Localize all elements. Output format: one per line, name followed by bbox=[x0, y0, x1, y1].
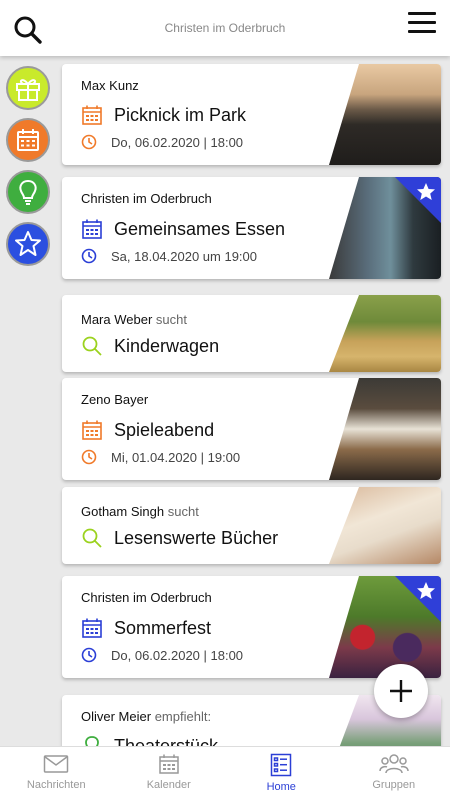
feed-card-sommerfest[interactable]: Christen im Oderbruch Sommerfest Do, 06.… bbox=[62, 576, 441, 678]
card-image-park bbox=[329, 64, 441, 165]
card-date: Do, 06.02.2020 | 18:00 bbox=[81, 647, 243, 663]
card-image-stroller bbox=[329, 295, 441, 372]
clock-icon bbox=[81, 134, 97, 150]
card-author: Christen im Oderbruch bbox=[81, 590, 212, 605]
lightbulb-icon bbox=[19, 179, 37, 205]
card-author: Oliver Meier empfiehlt: bbox=[81, 709, 212, 724]
search-icon bbox=[81, 335, 103, 357]
filter-gift-button[interactable] bbox=[6, 66, 50, 110]
feed-card-buecher[interactable]: Gotham Singh sucht Lesenswerte Bücher bbox=[62, 487, 441, 564]
hamburger-icon bbox=[408, 12, 436, 33]
card-date: Sa, 18.04.2020 um 19:00 bbox=[81, 248, 257, 264]
favorite-badge bbox=[395, 177, 441, 223]
clock-icon bbox=[81, 647, 97, 663]
card-author: Zeno Bayer bbox=[81, 392, 149, 407]
card-author: Christen im Oderbruch bbox=[81, 191, 212, 206]
tab-kalender[interactable]: Kalender bbox=[113, 747, 226, 800]
card-title: Gemeinsames Essen bbox=[81, 218, 285, 240]
filter-calendar-button[interactable] bbox=[6, 118, 50, 162]
bottom-navigation: Nachrichten Kalender Home Gruppen bbox=[0, 746, 450, 800]
star-icon bbox=[417, 582, 435, 599]
calendar-icon bbox=[81, 419, 103, 441]
tab-label: Nachrichten bbox=[26, 779, 86, 791]
add-button[interactable] bbox=[374, 664, 428, 718]
menu-button[interactable] bbox=[408, 12, 436, 38]
tab-label: Home bbox=[266, 781, 296, 793]
clock-icon bbox=[81, 449, 97, 465]
star-icon bbox=[15, 231, 41, 256]
filter-favorites-button[interactable] bbox=[6, 222, 50, 266]
tab-label: Gruppen bbox=[372, 779, 416, 791]
card-author: Gotham Singh sucht bbox=[81, 504, 199, 519]
calendar-icon bbox=[17, 129, 39, 151]
page-title: Christen im Oderbruch bbox=[164, 21, 286, 35]
card-image-chess bbox=[329, 378, 441, 480]
clock-icon bbox=[81, 248, 97, 264]
feed-card-picknick[interactable]: Max Kunz Picknick im Park Do, 06.02.2020… bbox=[62, 64, 441, 165]
feed-card-kinderwagen[interactable]: Mara Weber sucht Kinderwagen bbox=[62, 295, 441, 372]
card-title: Picknick im Park bbox=[81, 104, 246, 126]
card-author: Mara Weber sucht bbox=[81, 312, 187, 327]
card-title: Kinderwagen bbox=[81, 335, 219, 357]
top-bar: Christen im Oderbruch bbox=[0, 0, 450, 56]
card-title: Spieleabend bbox=[81, 419, 214, 441]
tab-home[interactable]: Home bbox=[225, 747, 338, 800]
plus-icon bbox=[390, 680, 412, 702]
calendar-icon bbox=[81, 104, 103, 126]
gift-icon bbox=[16, 79, 40, 101]
filter-idea-button[interactable] bbox=[6, 170, 50, 214]
mail-icon bbox=[44, 755, 69, 773]
feed-card-gemeinsames-essen[interactable]: Christen im Oderbruch Gemeinsames Essen … bbox=[62, 177, 441, 279]
calendar-icon bbox=[81, 218, 103, 240]
list-icon bbox=[271, 753, 292, 777]
calendar-icon bbox=[159, 754, 179, 774]
card-date: Mi, 01.04.2020 | 19:00 bbox=[81, 449, 240, 465]
card-image-book bbox=[329, 487, 441, 564]
feed-card-spieleabend[interactable]: Zeno Bayer Spieleabend Mi, 01.04.2020 | … bbox=[62, 378, 441, 480]
calendar-icon bbox=[81, 617, 103, 639]
search-icon bbox=[81, 527, 103, 549]
tab-gruppen[interactable]: Gruppen bbox=[338, 747, 450, 800]
tab-label: Kalender bbox=[146, 779, 191, 791]
group-icon bbox=[379, 754, 409, 774]
card-title: Lesenswerte Bücher bbox=[81, 527, 278, 549]
card-date: Do, 06.02.2020 | 18:00 bbox=[81, 134, 243, 150]
tab-nachrichten[interactable]: Nachrichten bbox=[0, 747, 113, 800]
card-title: Sommerfest bbox=[81, 617, 211, 639]
star-icon bbox=[417, 183, 435, 200]
favorite-badge bbox=[395, 576, 441, 622]
card-author: Max Kunz bbox=[81, 78, 139, 93]
